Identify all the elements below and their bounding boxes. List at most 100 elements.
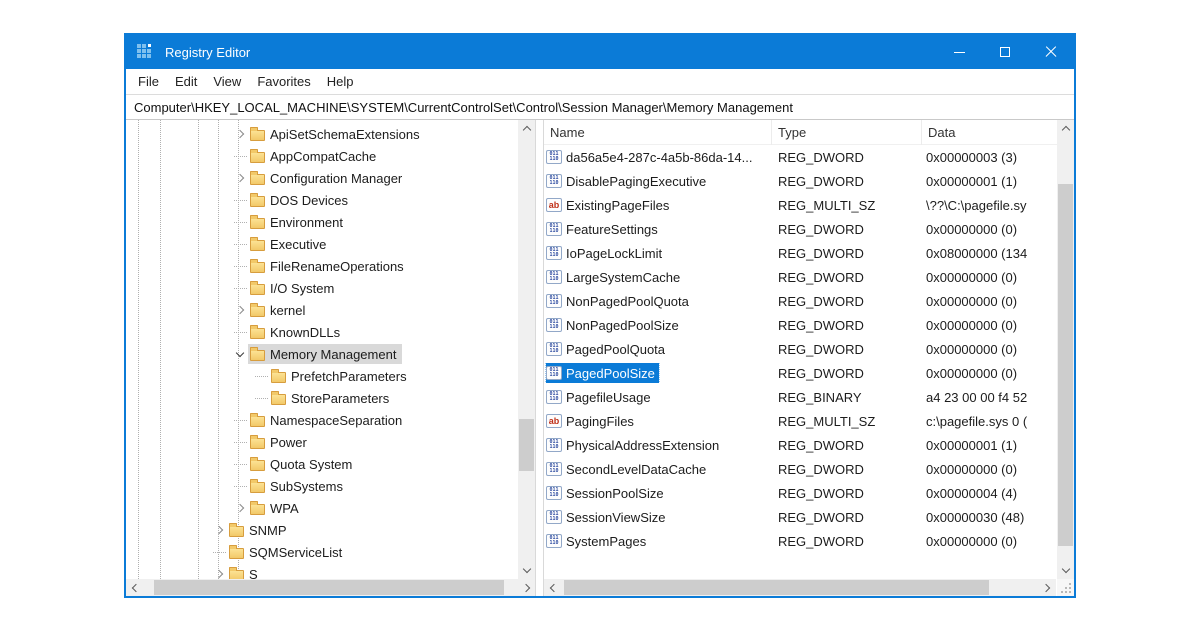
value-name: SessionPoolSize [566,486,664,501]
value-name-wrap: 011110FeatureSettings [546,219,662,239]
menu-favorites[interactable]: Favorites [249,74,318,89]
tree-item-body: kernel [248,300,311,320]
dword-value-icon: 011110 [546,222,562,236]
tree-item[interactable]: Power [126,431,518,453]
tree-item-body: SNMP [227,520,293,540]
tree-item[interactable]: FileRenameOperations [126,255,518,277]
tree-item[interactable]: SubSystems [126,475,518,497]
tree-item-label: Environment [270,215,343,230]
tree-item[interactable]: StoreParameters [126,387,518,409]
scroll-left-icon[interactable] [126,579,143,596]
chevron-right-icon[interactable] [232,302,248,318]
tree-connector [232,456,248,472]
registry-value-row[interactable]: 011110DisablePagingExecutiveREG_DWORD0x0… [544,169,1057,193]
scroll-down-icon[interactable] [1057,562,1074,579]
folder-icon [250,504,265,515]
tree-item-body: KnownDLLs [248,322,346,342]
value-data: 0x00000000 (0) [922,294,1057,309]
tree-item-label: Power [270,435,307,450]
registry-value-row[interactable]: 011110IoPageLockLimitREG_DWORD0x08000000… [544,241,1057,265]
chevron-right-icon[interactable] [232,170,248,186]
tree-item-label: SQMServiceList [249,545,342,560]
tree-item[interactable]: SQMServiceList [126,541,518,563]
tree-connector [232,412,248,428]
tree-item[interactable]: I/O System [126,277,518,299]
value-data: 0x00000000 (0) [922,318,1057,333]
tree-hscroll-thumb[interactable] [154,580,504,595]
scroll-right-icon[interactable] [519,579,536,596]
tree-item[interactable]: Memory Management [126,343,518,365]
column-header-name[interactable]: Name [544,120,772,145]
list-horizontal-scrollbar[interactable] [544,579,1056,596]
tree-item[interactable]: WPA [126,497,518,519]
registry-value-row[interactable]: 011110NonPagedPoolQuotaREG_DWORD0x000000… [544,289,1057,313]
value-type: REG_DWORD [772,342,922,357]
chevron-down-icon[interactable] [232,346,248,362]
tree-item[interactable]: AppCompatCache [126,145,518,167]
folder-icon [250,438,265,449]
dword-value-icon: 011110 [546,510,562,524]
scroll-down-icon[interactable] [518,562,535,579]
menu-edit[interactable]: Edit [167,74,205,89]
registry-value-row[interactable]: abPagingFilesREG_MULTI_SZc:\pagefile.sys… [544,409,1057,433]
registry-value-row[interactable]: 011110PhysicalAddressExtensionREG_DWORD0… [544,433,1057,457]
registry-value-row[interactable]: 011110PagedPoolQuotaREG_DWORD0x00000000 … [544,337,1057,361]
tree-item[interactable]: Environment [126,211,518,233]
tree-vscroll-thumb[interactable] [519,419,534,471]
list-vscroll-thumb[interactable] [1058,184,1073,546]
close-button[interactable] [1028,35,1074,69]
registry-value-row[interactable]: 011110PagefileUsageREG_BINARYa4 23 00 00… [544,385,1057,409]
registry-value-row[interactable]: 011110SystemPagesREG_DWORD0x00000000 (0) [544,529,1057,553]
tree-item[interactable]: S [126,563,518,579]
registry-value-row[interactable]: 011110SecondLevelDataCacheREG_DWORD0x000… [544,457,1057,481]
value-type: REG_DWORD [772,318,922,333]
content-area: ApiSetSchemaExtensions AppCompatCache Conf… [126,120,1074,596]
tree-item-label: AppCompatCache [270,149,376,164]
column-header-type[interactable]: Type [772,120,922,145]
scroll-right-icon[interactable] [1039,579,1056,596]
tree-horizontal-scrollbar[interactable] [126,579,536,596]
registry-value-row[interactable]: 011110FeatureSettingsREG_DWORD0x00000000… [544,217,1057,241]
tree-item[interactable]: PrefetchParameters [126,365,518,387]
list-vertical-scrollbar[interactable] [1057,120,1074,579]
registry-value-row[interactable]: 011110LargeSystemCacheREG_DWORD0x0000000… [544,265,1057,289]
tree-item[interactable]: Quota System [126,453,518,475]
tree-item[interactable]: Executive [126,233,518,255]
registry-value-row[interactable]: 011110SessionPoolSizeREG_DWORD0x00000004… [544,481,1057,505]
resize-grip[interactable] [1057,579,1074,596]
tree-connector [211,544,227,560]
tree-item[interactable]: NamespaceSeparation [126,409,518,431]
registry-value-row[interactable]: abExistingPageFilesREG_MULTI_SZ\??\C:\pa… [544,193,1057,217]
column-header-data[interactable]: Data [922,120,1074,145]
close-icon [1045,46,1057,58]
scroll-up-icon[interactable] [518,120,535,137]
tree-item[interactable]: KnownDLLs [126,321,518,343]
chevron-right-icon[interactable] [232,126,248,142]
tree-item[interactable]: DOS Devices [126,189,518,211]
value-type: REG_DWORD [772,486,922,501]
tree-item[interactable]: SNMP [126,519,518,541]
registry-value-row[interactable]: 011110SessionViewSizeREG_DWORD0x00000030… [544,505,1057,529]
address-bar[interactable]: Computer\HKEY_LOCAL_MACHINE\SYSTEM\Curre… [126,95,1074,120]
menu-view[interactable]: View [205,74,249,89]
maximize-button[interactable] [982,35,1028,69]
menu-file[interactable]: File [130,74,167,89]
registry-value-row[interactable]: 011110PagedPoolSizeREG_DWORD0x00000000 (… [544,361,1057,385]
chevron-right-icon[interactable] [211,566,227,579]
tree-vertical-scrollbar[interactable] [518,120,535,579]
list-hscroll-thumb[interactable] [564,580,989,595]
tree-item[interactable]: Configuration Manager [126,167,518,189]
minimize-button[interactable] [936,35,982,69]
values-list: 011110da56a5e4-287c-4a5b-86da-14...REG_D… [544,145,1057,579]
scroll-left-icon[interactable] [544,579,561,596]
scroll-up-icon[interactable] [1057,120,1074,137]
tree-item[interactable]: kernel [126,299,518,321]
registry-value-row[interactable]: 011110NonPagedPoolSizeREG_DWORD0x0000000… [544,313,1057,337]
menu-help[interactable]: Help [319,74,362,89]
registry-value-row[interactable]: 011110da56a5e4-287c-4a5b-86da-14...REG_D… [544,145,1057,169]
chevron-right-icon[interactable] [211,522,227,538]
tree-item[interactable]: ApiSetSchemaExtensions [126,123,518,145]
pane-splitter[interactable] [536,120,543,596]
chevron-right-icon[interactable] [232,500,248,516]
dword-value-icon: 011110 [546,174,562,188]
